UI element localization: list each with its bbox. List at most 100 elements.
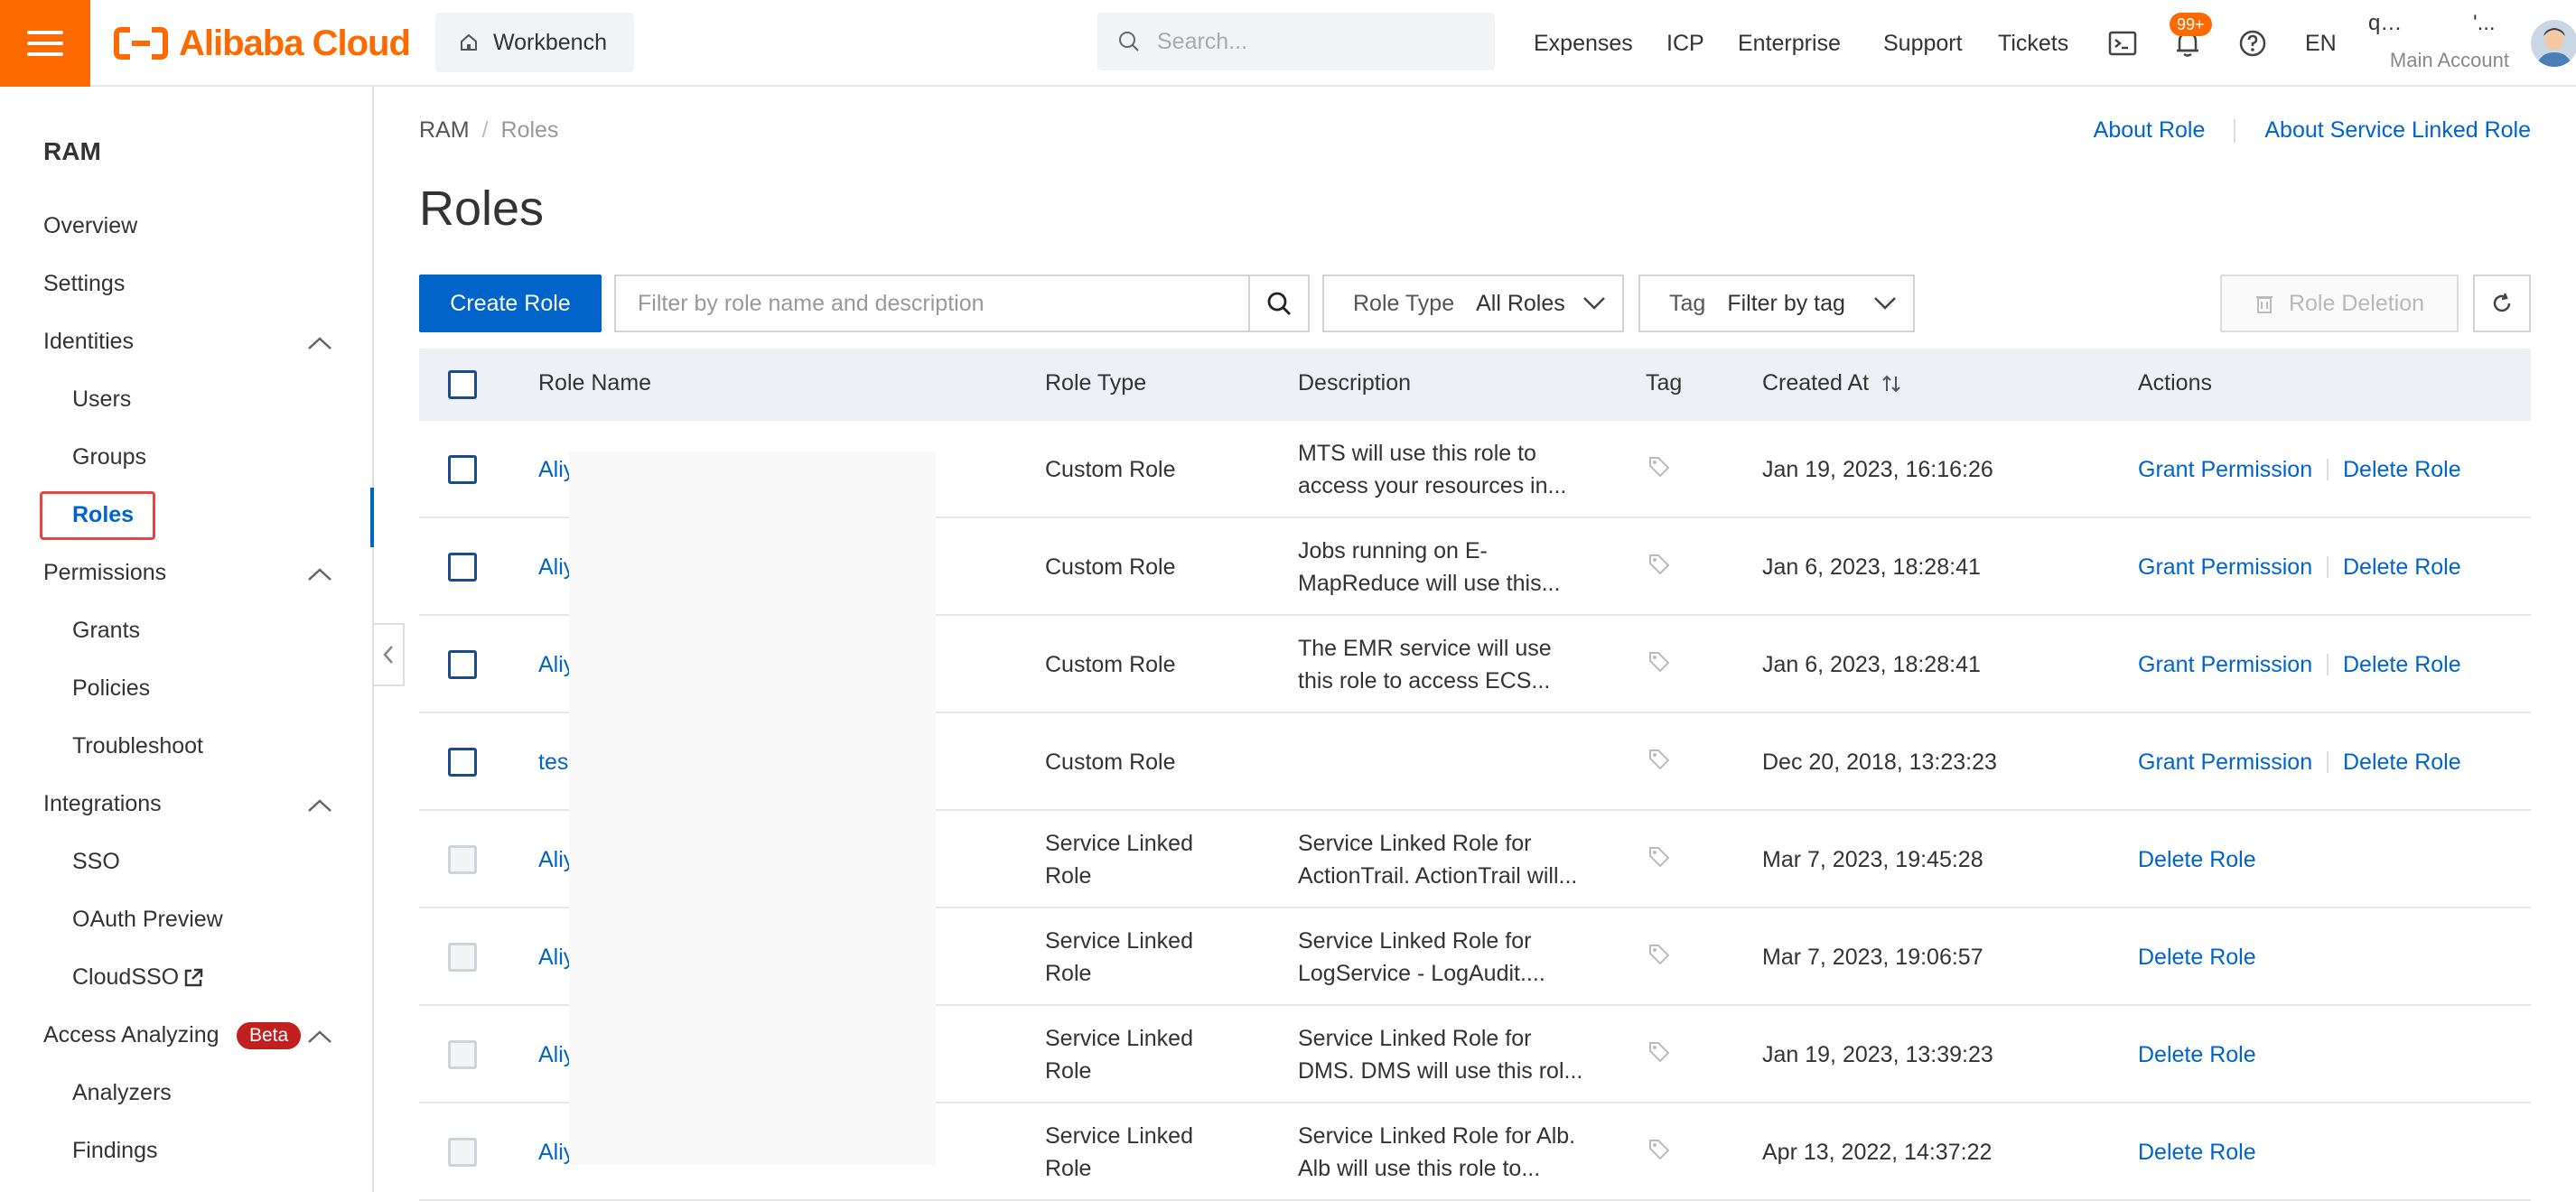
sidebar-item-policies[interactable]: Policies xyxy=(72,675,150,702)
brand-logo[interactable]: Alibaba Cloud xyxy=(114,20,411,67)
nav-enterprise[interactable]: Enterprise xyxy=(1738,0,1841,87)
role-name-link[interactable]: tes xyxy=(538,746,568,778)
role-type-text-line2: Role xyxy=(1045,1156,1092,1181)
created-at-text: Jan 6, 2023, 18:28:41 xyxy=(1762,554,1981,580)
description-line2: this role to access ECS... xyxy=(1298,668,1551,694)
chevron-up-icon[interactable] xyxy=(307,336,332,350)
nav-icp[interactable]: ICP xyxy=(1666,0,1704,87)
workbench-label: Workbench xyxy=(493,29,607,55)
delete-role-link[interactable]: Delete Role xyxy=(2343,746,2461,778)
account-name: q… xyxy=(2368,11,2403,35)
avatar[interactable] xyxy=(2531,20,2576,67)
created-at-text: Jan 6, 2023, 18:28:41 xyxy=(1762,652,1981,677)
chevron-up-icon[interactable] xyxy=(307,798,332,813)
sidebar-item-settings[interactable]: Settings xyxy=(43,271,125,297)
tag-icon[interactable] xyxy=(1647,943,1671,975)
sidebar-item-sso[interactable]: SSO xyxy=(72,849,120,875)
select-all-checkbox[interactable] xyxy=(448,370,477,399)
grant-permission-link[interactable]: Grant Permission xyxy=(2138,648,2312,681)
row-checkbox[interactable] xyxy=(448,553,477,582)
role-deletion-button[interactable]: Role Deletion xyxy=(2220,275,2459,332)
delete-role-link[interactable]: Delete Role xyxy=(2138,941,2256,973)
delete-role-link[interactable]: Delete Role xyxy=(2138,843,2256,876)
chevron-down-icon xyxy=(1583,297,1605,310)
role-type-select[interactable]: Role Type All Roles xyxy=(1322,275,1624,332)
language-switch[interactable]: EN xyxy=(2305,0,2337,87)
global-search-input[interactable]: Search... xyxy=(1097,13,1495,70)
sidebar-item-integrations[interactable]: Integrations xyxy=(43,791,162,817)
sidebar-item-access-analyzing[interactable]: Access Analyzing xyxy=(43,1022,219,1048)
account-menu[interactable]: q… '... Main Account xyxy=(2368,11,2522,72)
chevron-up-icon[interactable] xyxy=(307,567,332,582)
terminal-icon[interactable] xyxy=(2103,23,2142,63)
sidebar-item-oauth-preview[interactable]: OAuth Preview xyxy=(72,907,223,933)
filter-search-button[interactable] xyxy=(1248,276,1308,331)
tag-icon[interactable] xyxy=(1647,553,1671,585)
sidebar-item-analyzers[interactable]: Analyzers xyxy=(72,1080,172,1106)
sidebar-item-users[interactable]: Users xyxy=(72,386,131,413)
role-type-text: Service Linked xyxy=(1045,1026,1193,1051)
nav-expenses[interactable]: Expenses xyxy=(1534,0,1633,87)
create-role-button[interactable]: Create Role xyxy=(419,275,602,332)
sidebar-item-groups[interactable]: Groups xyxy=(72,444,146,470)
row-checkbox[interactable] xyxy=(448,748,477,777)
row-checkbox[interactable] xyxy=(448,455,477,484)
breadcrumb-ram[interactable]: RAM xyxy=(419,117,470,143)
description-line1: Service Linked Role for xyxy=(1298,831,1532,856)
tag-filter-select[interactable]: Tag Filter by tag xyxy=(1638,275,1915,332)
workbench-button[interactable]: Workbench xyxy=(435,13,634,72)
grant-permission-link[interactable]: Grant Permission xyxy=(2138,551,2312,583)
description-line1: Service Linked Role for xyxy=(1298,1026,1532,1051)
sidebar-item-grants[interactable]: Grants xyxy=(72,618,140,644)
role-type-value: All Roles xyxy=(1476,290,1565,316)
delete-role-link[interactable]: Delete Role xyxy=(2343,453,2461,486)
menu-icon[interactable] xyxy=(0,0,90,87)
role-type-text-line2: Role xyxy=(1045,863,1092,889)
column-created-at[interactable]: Created At xyxy=(1762,370,1901,396)
delete-role-link[interactable]: Delete Role xyxy=(2343,648,2461,681)
alibaba-cloud-logo-icon xyxy=(114,27,168,60)
tag-icon[interactable] xyxy=(1647,650,1671,683)
about-service-linked-role-link[interactable]: About Service Linked Role xyxy=(2264,117,2531,144)
role-type-text-line2: Role xyxy=(1045,1058,1092,1084)
nav-tickets[interactable]: Tickets xyxy=(1998,0,2068,87)
about-role-link[interactable]: About Role xyxy=(2094,117,2206,144)
sidebar-item-troubleshoot[interactable]: Troubleshoot xyxy=(72,733,203,759)
tag-icon[interactable] xyxy=(1647,1138,1671,1170)
description-line1: The EMR service will use xyxy=(1298,636,1552,661)
nav-support[interactable]: Support xyxy=(1883,0,1963,87)
search-placeholder: Search... xyxy=(1157,28,1248,54)
column-role-type: Role Type xyxy=(1045,370,1147,396)
active-indicator xyxy=(370,488,374,547)
description-line2: access your resources in... xyxy=(1298,473,1567,498)
tag-icon[interactable] xyxy=(1647,455,1671,488)
sidebar-item-findings[interactable]: Findings xyxy=(72,1138,158,1164)
delete-role-link[interactable]: Delete Role xyxy=(2138,1038,2256,1071)
description-line1: Service Linked Role for Alb. xyxy=(1298,1123,1576,1149)
refresh-button[interactable] xyxy=(2473,275,2531,332)
role-filter-input[interactable]: Filter by role name and description xyxy=(614,275,1310,332)
tag-icon[interactable] xyxy=(1647,748,1671,780)
description-line1: MTS will use this role to xyxy=(1298,441,1536,466)
sidebar-item-identities[interactable]: Identities xyxy=(43,329,134,355)
created-at-text: Jan 19, 2023, 16:16:26 xyxy=(1762,457,1993,482)
tag-icon[interactable] xyxy=(1647,1040,1671,1073)
created-at-text: Jan 19, 2023, 13:39:23 xyxy=(1762,1042,1993,1067)
help-icon[interactable] xyxy=(2233,23,2273,63)
delete-role-link[interactable]: Delete Role xyxy=(2343,551,2461,583)
chevron-up-icon[interactable] xyxy=(307,1029,332,1044)
home-icon xyxy=(461,33,477,51)
external-link-icon xyxy=(184,968,203,986)
tag-icon[interactable] xyxy=(1647,845,1671,878)
description-line2: ActionTrail. ActionTrail will... xyxy=(1298,863,1578,889)
sidebar-collapse-button[interactable] xyxy=(374,623,405,686)
sidebar-item-overview[interactable]: Overview xyxy=(43,213,137,239)
grant-permission-link[interactable]: Grant Permission xyxy=(2138,746,2312,778)
grant-permission-link[interactable]: Grant Permission xyxy=(2138,453,2312,486)
role-type-text: Custom Role xyxy=(1045,554,1176,580)
delete-role-link[interactable]: Delete Role xyxy=(2138,1136,2256,1168)
sidebar-item-cloudsso[interactable]: CloudSSO xyxy=(72,964,204,991)
created-at-label: Created At xyxy=(1762,370,1870,396)
sidebar-item-permissions[interactable]: Permissions xyxy=(43,560,166,586)
row-checkbox[interactable] xyxy=(448,650,477,679)
